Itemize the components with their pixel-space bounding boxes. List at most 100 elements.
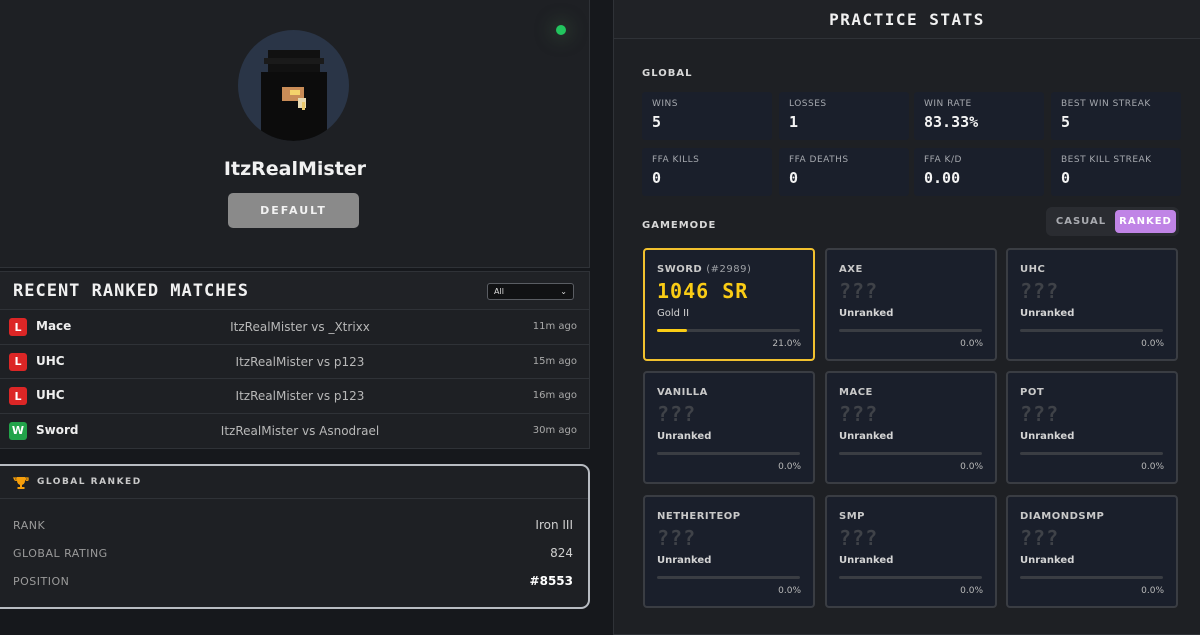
profile-card: ItzRealMister DEFAULT [0, 0, 590, 268]
match-time: 11m ago [532, 321, 577, 332]
practice-stats-title: PRACTICE STATS [829, 9, 985, 29]
match-row[interactable]: L UHC ItzRealMister vs p123 15m ago [0, 345, 589, 379]
global-stat-label: BEST WIN STREAK [1061, 99, 1151, 109]
global-stat-value: 0.00 [924, 169, 961, 187]
global-stat-tile: FFA K/D 0.00 [914, 148, 1044, 196]
mode-progress-pct: 0.0% [1141, 586, 1164, 596]
global-section-label: GLOBAL [642, 68, 693, 79]
mode-card-vanilla[interactable]: VANILLA ??? Unranked 0.0% [643, 371, 815, 484]
rank-value: Iron III [535, 518, 573, 532]
global-stat-tile: BEST WIN STREAK 5 [1051, 92, 1181, 140]
mode-progress-bar [839, 452, 982, 455]
mode-sr: ??? [1020, 402, 1060, 426]
global-rating-value: 824 [550, 546, 573, 560]
match-row[interactable]: L Mace ItzRealMister vs _Xtrixx 11m ago [0, 310, 589, 345]
mode-name: POT [1020, 387, 1044, 398]
global-stat-label: WINS [652, 99, 678, 109]
mode-name: MACE [839, 387, 873, 398]
mode-card-axe[interactable]: AXE ??? Unranked 0.0% [825, 248, 997, 361]
global-stat-value: 0 [652, 169, 662, 187]
match-filter-value: All [494, 287, 504, 296]
mode-sr: ??? [839, 402, 879, 426]
match-time: 30m ago [532, 424, 577, 436]
mode-progress-bar [657, 329, 800, 332]
mode-rank: Unranked [1020, 431, 1075, 442]
match-row[interactable]: L UHC ItzRealMister vs p123 16m ago [0, 379, 589, 414]
mode-progress-fill [657, 329, 688, 332]
global-stat-value: 5 [652, 113, 662, 131]
result-badge: L [9, 318, 27, 336]
result-badge: W [9, 421, 27, 440]
avatar [238, 30, 349, 141]
match-mode: UHC [36, 388, 65, 402]
mode-card-pot[interactable]: POT ??? Unranked 0.0% [1006, 371, 1178, 484]
mode-progress-pct: 21.0% [772, 339, 801, 349]
mode-progress-pct: 0.0% [1141, 462, 1164, 472]
practice-stats-panel: PRACTICE STATS GLOBAL WINS 5 LOSSES 1 WIN RA… [613, 0, 1200, 635]
position-value: #8553 [529, 574, 573, 588]
mode-card-mace[interactable]: MACE ??? Unranked 0.0% [825, 371, 997, 484]
mode-progress-bar [839, 329, 982, 332]
global-stat-tile: BEST KILL STREAK 0 [1051, 148, 1181, 196]
mode-sr: 1046 SR [657, 279, 749, 303]
global-stat-tile: FFA KILLS 0 [642, 148, 772, 196]
match-players: ItzRealMister vs p123 [235, 354, 365, 369]
mode-toggle: CASUAL RANKED [1046, 207, 1179, 236]
global-stat-value: 5 [1061, 113, 1071, 131]
global-ranked-card: GLOBAL RANKED RANK Iron III GLOBAL RATIN… [0, 464, 590, 609]
match-players: ItzRealMister vs _Xtrixx [230, 320, 370, 334]
mode-name: SWORD (#2989) [657, 264, 751, 275]
rank-row: RANK Iron III [13, 516, 573, 536]
match-filter-select[interactable]: All ⌄ [487, 283, 574, 300]
match-row[interactable]: W Sword ItzRealMister vs Asnodrael 30m ago [0, 414, 589, 449]
position-label: POSITION [13, 575, 70, 588]
global-stat-tile: FFA DEATHS 0 [779, 148, 909, 196]
global-stat-tile: WIN RATE 83.33% [914, 92, 1044, 140]
match-mode: Sword [36, 422, 79, 437]
match-time: 15m ago [532, 355, 577, 367]
result-badge: L [9, 387, 27, 405]
mode-progress-pct: 0.0% [960, 339, 983, 349]
mode-sr: ??? [839, 279, 879, 303]
mode-name-text: AXE [839, 264, 863, 275]
global-stat-value: 83.33% [924, 113, 979, 131]
mode-progress-pct: 0.0% [778, 586, 801, 596]
mode-progress-bar [839, 576, 982, 579]
result-badge: L [9, 352, 27, 371]
mode-name-text: DIAMONDSMP [1020, 511, 1105, 522]
match-players: ItzRealMister vs p123 [235, 389, 365, 403]
mode-name: UHC [1020, 264, 1045, 275]
mode-rank: Unranked [657, 555, 712, 566]
default-button[interactable]: DEFAULT [228, 193, 359, 228]
mode-card-smp[interactable]: SMP ??? Unranked 0.0% [825, 495, 997, 608]
mode-progress-bar [657, 452, 800, 455]
global-stat-label: FFA KILLS [652, 155, 700, 165]
online-status-icon [556, 25, 566, 35]
mode-card-diamondsmp[interactable]: DIAMONDSMP ??? Unranked 0.0% [1006, 495, 1178, 608]
ranked-toggle-button[interactable]: RANKED [1115, 210, 1176, 233]
chevron-down-icon: ⌄ [560, 287, 567, 296]
mode-sr: ??? [657, 402, 697, 426]
mode-progress-bar [1020, 576, 1163, 579]
mode-sr: ??? [839, 526, 879, 550]
casual-toggle-button[interactable]: CASUAL [1050, 210, 1112, 233]
practice-stats-header: PRACTICE STATS [614, 0, 1200, 39]
mode-name-text: SMP [839, 511, 865, 522]
mode-name-text: POT [1020, 387, 1045, 398]
recent-matches-header: RECENT RANKED MATCHES All ⌄ [0, 272, 589, 310]
mode-progress-pct: 0.0% [960, 462, 983, 472]
mode-card-netheriteop[interactable]: NETHERITEOP ??? Unranked 0.0% [643, 495, 815, 608]
mode-name: DIAMONDSMP [1020, 511, 1104, 522]
recent-matches-card: RECENT RANKED MATCHES All ⌄ L Mace ItzReal… [0, 271, 590, 449]
username: ItzRealMister [223, 158, 367, 180]
mode-card-sword[interactable]: SWORD (#2989) 1046 SR Gold II 21.0% [643, 248, 815, 361]
recent-matches-title: RECENT RANKED MATCHES [13, 281, 249, 301]
match-time: 16m ago [532, 390, 577, 401]
global-stat-value: 0 [789, 169, 799, 187]
mode-progress-pct: 0.0% [960, 586, 983, 596]
mode-card-uhc[interactable]: UHC ??? Unranked 0.0% [1006, 248, 1178, 361]
global-ranked-header: GLOBAL RANKED [0, 466, 588, 499]
mode-position: (#2989) [706, 264, 752, 275]
match-players: ItzRealMister vs Asnodrael [220, 423, 380, 438]
mode-name-text: VANILLA [657, 387, 708, 398]
